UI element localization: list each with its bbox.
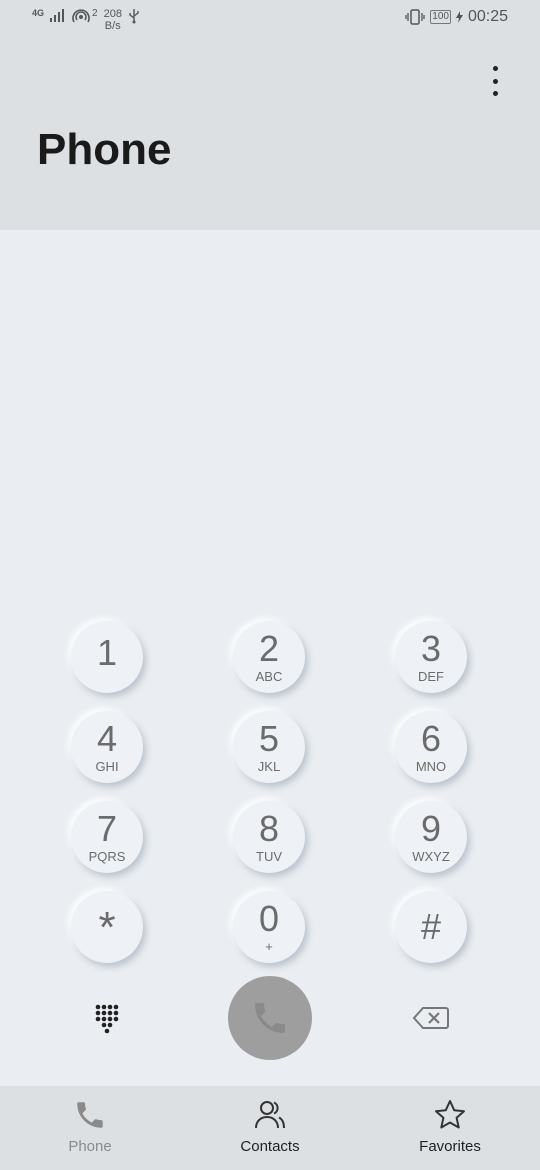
key-digit: 3	[420, 627, 442, 669]
hotspot-count: 2	[92, 8, 98, 19]
nav-contacts[interactable]: Contacts	[210, 1098, 330, 1155]
key-6[interactable]: 6 MNO	[395, 711, 467, 783]
key-digit: 5	[258, 717, 280, 759]
key-4[interactable]: 4 GHI	[71, 711, 143, 783]
key-1[interactable]: 1	[71, 621, 143, 693]
speed-unit: B/s	[104, 20, 121, 32]
key-digit: *	[98, 903, 116, 952]
key-letters: WXYZ	[412, 848, 450, 864]
speed-value: 208	[103, 8, 122, 20]
key-digit: 1	[96, 632, 118, 673]
bottom-nav: Phone Contacts Favorites	[0, 1086, 540, 1170]
phone-icon	[77, 1102, 103, 1128]
contacts-icon	[255, 1101, 285, 1129]
key-star[interactable]: *	[71, 891, 143, 963]
network-type: 4G	[32, 8, 45, 18]
key-digit: 6	[420, 717, 442, 759]
menu-dot	[492, 78, 498, 84]
status-left: 4G 2 208 B/s	[32, 8, 140, 32]
key-0[interactable]: 0 +	[233, 891, 305, 963]
key-8[interactable]: 8 TUV	[233, 801, 305, 873]
key-letters: GHI	[95, 758, 119, 774]
key-2[interactable]: 2 ABC	[233, 621, 305, 693]
menu-dot	[492, 66, 498, 71]
key-3[interactable]: 3 DEF	[395, 621, 467, 693]
key-digit: #	[420, 906, 442, 947]
key-9[interactable]: 9 WXYZ	[395, 801, 467, 873]
key-7[interactable]: 7 PQRS	[71, 801, 143, 873]
key-digit: 7	[96, 807, 118, 849]
signal-icon	[50, 9, 65, 22]
nav-label: Contacts	[240, 1138, 300, 1155]
key-digit: 8	[258, 807, 280, 849]
key-letters: MNO	[415, 758, 447, 774]
hotspot-icon	[72, 9, 90, 23]
key-digit: 4	[96, 717, 118, 759]
key-hash[interactable]: #	[395, 891, 467, 963]
key-digit: 0	[258, 897, 280, 939]
nav-label: Favorites	[419, 1138, 481, 1155]
status-right: 100 00:25	[405, 8, 508, 26]
usb-icon	[129, 9, 139, 24]
menu-dot	[492, 91, 498, 96]
key-5[interactable]: 5 JKL	[233, 711, 305, 783]
network-speed: 208 B/s	[104, 8, 122, 32]
app-header: Phone	[0, 38, 540, 230]
nav-label: Phone	[68, 1138, 112, 1155]
more-options-icon[interactable]	[480, 64, 510, 98]
key-digit: 2	[258, 627, 280, 669]
key-letters: TUV	[256, 848, 282, 864]
backspace-icon[interactable]	[412, 1006, 450, 1030]
key-letters: DEF	[418, 668, 444, 684]
call-button[interactable]	[228, 976, 312, 1060]
charging-icon	[455, 11, 463, 23]
nav-favorites[interactable]: Favorites	[390, 1098, 510, 1155]
key-letters: ABC	[255, 668, 283, 684]
battery-indicator: 100	[430, 10, 451, 24]
phone-icon	[255, 1003, 285, 1033]
star-icon	[435, 1100, 465, 1129]
clock: 00:25	[467, 8, 508, 25]
key-digit: 9	[420, 807, 442, 849]
key-letters: +	[265, 938, 273, 954]
key-letters: JKL	[257, 758, 281, 774]
page-title: Phone	[37, 125, 172, 174]
nav-phone[interactable]: Phone	[30, 1098, 150, 1155]
vibrate-icon	[405, 9, 425, 25]
key-letters: PQRS	[88, 848, 126, 864]
status-bar: 4G 2 208 B/s 100 00:25	[0, 0, 540, 38]
dialpad-toggle-icon[interactable]	[95, 1004, 121, 1034]
